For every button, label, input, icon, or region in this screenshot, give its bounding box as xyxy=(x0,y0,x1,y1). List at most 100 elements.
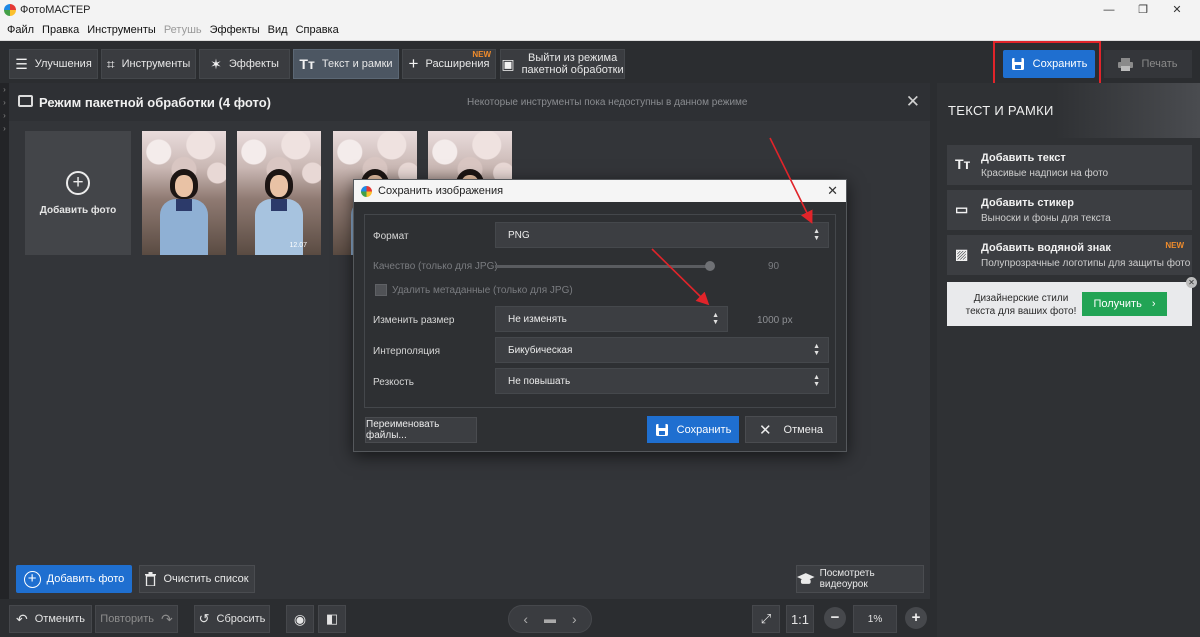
menu-help[interactable]: Справка xyxy=(296,24,339,36)
ratio-label: 1:1 xyxy=(790,611,810,627)
quality-slider-handle[interactable] xyxy=(705,261,715,271)
print-button[interactable]: Печать xyxy=(1104,50,1192,78)
undo-button[interactable]: ↶ Отменить xyxy=(9,605,92,633)
right-panel-title: ТЕКСТ И РАМКИ xyxy=(948,103,1054,118)
close-dialog-icon[interactable]: ✕ xyxy=(827,183,838,199)
photo-thumbnail[interactable] xyxy=(142,131,226,255)
format-select[interactable]: PNG ▲ ▼ xyxy=(495,222,829,248)
preview-eye-button[interactable]: ◉ xyxy=(286,605,314,633)
redo-label: Повторить xyxy=(100,613,154,625)
resize-select[interactable]: Не изменять ▲ ▼ xyxy=(495,306,728,332)
printer-icon xyxy=(1118,57,1134,71)
chevron-right-icon[interactable]: › xyxy=(0,109,9,122)
add-watermark-item[interactable]: ▨ Добавить водяной знак Полупрозрачные л… xyxy=(947,235,1192,275)
dialog-cancel-label: Отмена xyxy=(783,423,824,436)
save-button[interactable]: Сохранить xyxy=(1003,50,1095,78)
compare-button[interactable]: ◧ xyxy=(318,605,346,633)
batch-note: Некоторые инструменты пока недоступны в … xyxy=(467,97,748,108)
floppy-icon xyxy=(655,423,668,436)
remove-metadata-checkbox[interactable] xyxy=(375,284,387,296)
tab-text-frames[interactable]: Tт Текст и рамки xyxy=(293,49,399,79)
graduation-cap-icon xyxy=(797,573,815,584)
menu-tools[interactable]: Инструменты xyxy=(87,24,156,36)
clear-list-label: Очистить список xyxy=(163,573,249,585)
watch-video-button[interactable]: Посмотреть видеоурок xyxy=(796,565,924,593)
dialog-cancel-button[interactable]: ✕ Отмена xyxy=(745,416,837,443)
tab-label: Расширения xyxy=(425,58,490,70)
item-title: Добавить текст xyxy=(981,152,1066,164)
actual-size-button[interactable]: 1:1 xyxy=(786,605,814,633)
tab-exit-batch[interactable]: ▣ Выйти из режима пакетной обработки xyxy=(500,49,625,79)
trash-icon xyxy=(145,572,157,586)
reset-button[interactable]: ↺ Сбросить xyxy=(194,605,270,633)
chevron-right-icon[interactable]: › xyxy=(0,122,9,135)
promo-get-label: Получить xyxy=(1093,298,1142,310)
tab-tools[interactable]: ⌗ Инструменты xyxy=(101,49,196,79)
item-subtitle: Красивые надписи на фото xyxy=(981,168,1109,179)
new-badge: NEW xyxy=(472,50,491,59)
promo-banner: Дизайнерские стили текста для ваших фото… xyxy=(947,277,1197,326)
photo-thumbnail[interactable]: 12.07 xyxy=(237,131,321,255)
quality-label: Качество (только для JPG) xyxy=(373,261,498,272)
close-icon[interactable]: ✕ xyxy=(906,92,920,112)
menu-effects[interactable]: Эффекты xyxy=(210,24,260,36)
resize-label: Изменить размер xyxy=(373,315,455,326)
dialog-save-button[interactable]: Сохранить xyxy=(647,416,739,443)
add-text-item[interactable]: Tт Добавить текст Красивые надписи на фо… xyxy=(947,145,1192,185)
close-window-icon[interactable]: ✕ xyxy=(1154,0,1200,20)
magic-wand-icon: ✶ xyxy=(210,55,222,72)
zoom-level[interactable]: 1% xyxy=(853,605,897,633)
sticker-icon: ▭ xyxy=(955,201,969,217)
tab-label: Инструменты xyxy=(121,58,191,70)
page-title: Режим пакетной обработки (4 фото) xyxy=(39,94,271,110)
add-photo-card[interactable]: + Добавить фото xyxy=(25,131,131,255)
app-title: ФотоМАСТЕР xyxy=(20,4,91,16)
folder-icon[interactable]: ▬ xyxy=(544,612,556,626)
chevron-right-icon: › xyxy=(1151,298,1156,310)
tab-effects[interactable]: ✶ Эффекты xyxy=(199,49,290,79)
chevron-right-icon[interactable]: › xyxy=(0,83,9,96)
dialog-settings: Формат PNG ▲ ▼ Качество (только для JPG) … xyxy=(364,214,836,408)
right-panel-header: ТЕКСТ И РАМКИ xyxy=(937,83,1200,138)
format-value: PNG xyxy=(508,229,530,241)
updown-arrows-icon: ▲ ▼ xyxy=(813,374,820,388)
text-icon: Tт xyxy=(299,56,315,72)
reset-icon: ↺ xyxy=(198,611,210,626)
menu-view[interactable]: Вид xyxy=(268,24,288,36)
print-label: Печать xyxy=(1141,58,1178,70)
close-promo-icon[interactable]: ✕ xyxy=(1186,277,1197,288)
chevron-right-icon[interactable]: › xyxy=(572,611,577,627)
add-sticker-item[interactable]: ▭ Добавить стикер Выноски и фоны для тек… xyxy=(947,190,1192,230)
zoom-out-icon[interactable]: − xyxy=(824,607,846,629)
menu-retouch[interactable]: Ретушь xyxy=(164,24,202,36)
fit-to-screen-button[interactable]: ⤢ xyxy=(752,605,780,633)
image-icon: ▣ xyxy=(501,55,515,72)
promo-get-button[interactable]: Получить › xyxy=(1082,292,1167,316)
add-photo-button[interactable]: + Добавить фото xyxy=(16,565,132,593)
floppy-icon xyxy=(1011,58,1024,70)
compare-icon: ◧ xyxy=(325,611,339,626)
add-photo-card-label: Добавить фото xyxy=(39,204,117,216)
interpolation-select[interactable]: Бикубическая ▲ ▼ xyxy=(495,337,829,363)
sharpness-select[interactable]: Не повышать ▲ ▼ xyxy=(495,368,829,394)
left-collapse-strip[interactable]: › › › › xyxy=(0,83,9,603)
zoom-in-icon[interactable]: + xyxy=(905,607,927,629)
crop-icon: ⌗ xyxy=(106,55,115,72)
zoom-value: 1% xyxy=(867,613,883,625)
app-logo-icon xyxy=(4,4,16,16)
image-navigation: ‹ ▬ › xyxy=(508,605,592,633)
chevron-right-icon[interactable]: › xyxy=(0,96,9,109)
tab-label: Эффекты xyxy=(228,58,279,70)
add-photo-label: Добавить фото xyxy=(46,573,125,585)
menu-edit[interactable]: Правка xyxy=(42,24,79,36)
tab-extensions[interactable]: + Расширения NEW xyxy=(402,49,496,79)
clear-list-button[interactable]: Очистить список xyxy=(139,565,255,593)
chevron-left-icon[interactable]: ‹ xyxy=(523,611,528,627)
watch-video-label: Посмотреть видеоурок xyxy=(819,568,875,590)
quality-slider-track[interactable] xyxy=(495,265,707,268)
redo-button[interactable]: Повторить ↷ xyxy=(95,605,178,633)
item-title: Добавить водяной знак xyxy=(981,242,1111,254)
menu-file[interactable]: Файл xyxy=(7,24,34,36)
tab-enhancements[interactable]: ☰ Улучшения xyxy=(9,49,98,79)
rename-files-button[interactable]: Переименовать файлы... xyxy=(365,417,477,443)
